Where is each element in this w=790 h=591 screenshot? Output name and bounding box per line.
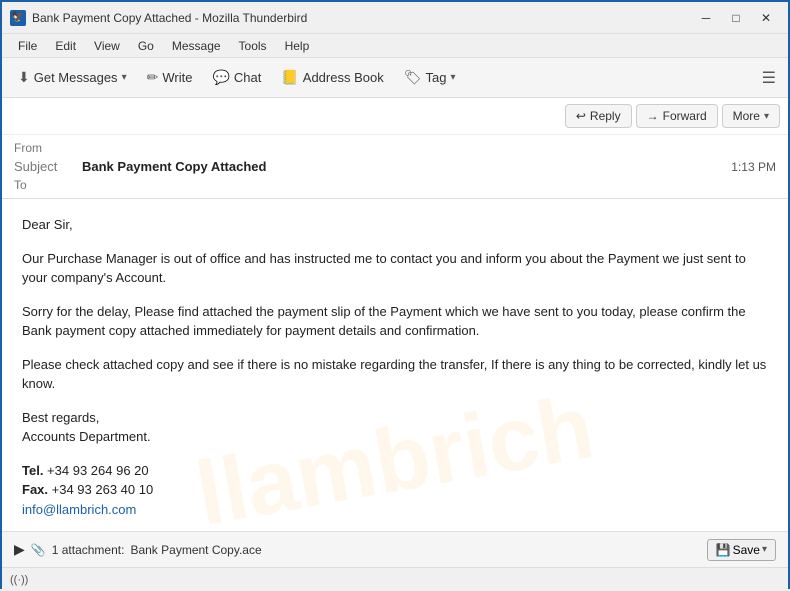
window-controls: ─ □ ✕ [692,7,780,29]
title-bar-left: 🦅 Bank Payment Copy Attached - Mozilla T… [10,10,307,26]
message-header: ↩ Reply → Forward More ▾ From Subject Ba… [2,98,788,199]
menu-tools[interactable]: Tools [231,37,275,55]
reply-label: Reply [590,109,621,123]
email-body-wrapper: Dear Sir, Our Purchase Manager is out of… [2,199,788,531]
write-button[interactable]: ✏ Write [139,65,201,90]
menu-edit[interactable]: Edit [47,37,84,55]
maximize-button[interactable]: □ [722,7,750,29]
title-bar: 🦅 Bank Payment Copy Attached - Mozilla T… [2,2,788,34]
save-icon: 💾 [716,543,731,557]
forward-label: Forward [663,109,707,123]
menu-help[interactable]: Help [277,37,318,55]
subject-label: Subject [14,159,74,174]
close-button[interactable]: ✕ [752,7,780,29]
save-label: Save [733,543,760,557]
fax-full: Fax. +34 93 263 40 10 [22,482,153,497]
chat-icon: 💬 [212,69,229,86]
save-dropdown-icon: ▾ [762,544,767,555]
address-book-label: Address Book [303,70,384,85]
get-messages-button[interactable]: ⬇ Get Messages ▾ [10,65,135,90]
message-time: 1:13 PM [731,160,776,174]
toolbar: ⬇ Get Messages ▾ ✏ Write 💬 Chat 📒 Addres… [2,58,788,98]
reply-button[interactable]: ↩ Reply [565,104,632,128]
more-button[interactable]: More ▾ [722,104,780,128]
get-messages-dropdown-icon: ▾ [122,72,127,83]
chat-button[interactable]: 💬 Chat [204,65,269,90]
closing-2: Accounts Department. [22,429,151,444]
tag-icon: 🏷 [404,69,422,86]
message-action-toolbar: ↩ Reply → Forward More ▾ [2,98,788,135]
paragraph-2: Sorry for the delay, Please find attache… [22,302,768,341]
write-label: Write [162,70,192,85]
forward-button[interactable]: → Forward [636,104,718,128]
email-body: Dear Sir, Our Purchase Manager is out of… [2,199,788,531]
get-messages-icon: ⬇ [18,69,30,86]
to-label: To [14,178,74,192]
attachment-filename: Bank Payment Copy.ace [130,543,261,557]
address-book-button[interactable]: 📒 Address Book [273,65,391,90]
tag-button[interactable]: 🏷 Tag ▾ [396,65,464,90]
to-field: To [14,176,776,194]
forward-icon: → [647,109,659,123]
paragraph-3: Please check attached copy and see if th… [22,355,768,394]
menu-bar: File Edit View Go Message Tools Help [2,34,788,58]
more-dropdown-icon: ▾ [764,111,769,122]
from-field: From [14,139,776,157]
message-fields: From Subject Bank Payment Copy Attached … [2,135,788,198]
menu-go[interactable]: Go [130,37,162,55]
tag-dropdown-icon: ▾ [450,72,455,83]
paragraph-1: Our Purchase Manager is out of office an… [22,249,768,288]
reply-icon: ↩ [576,109,586,123]
email-link[interactable]: info@llambrich.com [22,502,136,517]
wifi-icon: ((·)) [10,574,28,586]
status-bar: ((·)) [2,567,788,591]
chat-label: Chat [234,70,261,85]
menu-view[interactable]: View [86,37,128,55]
attachment-bar: ▶ 📎 1 attachment: Bank Payment Copy.ace … [2,531,788,567]
subject-value: Bank Payment Copy Attached [82,159,266,174]
more-label: More [733,109,760,123]
greeting: Dear Sir, [22,215,768,235]
subject-row: Subject Bank Payment Copy Attached 1:13 … [14,157,776,176]
contact-info: Tel. +34 93 264 96 20 Fax. +34 93 263 40… [22,461,768,520]
attachment-icon: 📎 [31,543,46,557]
menu-file[interactable]: File [10,37,45,55]
attachment-expand-button[interactable]: ▶ [14,541,25,558]
attachment-count: 1 attachment: [52,543,125,557]
closing-1: Best regards, [22,410,99,425]
address-book-icon: 📒 [281,69,298,86]
attachment-info: ▶ 📎 1 attachment: Bank Payment Copy.ace [14,541,262,558]
menu-message[interactable]: Message [164,37,229,55]
app-icon: 🦅 [10,10,26,26]
minimize-button[interactable]: ─ [692,7,720,29]
save-attachment-button[interactable]: 💾 Save ▾ [707,539,776,561]
write-icon: ✏ [147,69,159,86]
main-content: ↩ Reply → Forward More ▾ From Subject Ba… [2,98,788,591]
hamburger-menu-button[interactable]: ☰ [758,64,780,92]
closing: Best regards, Accounts Department. [22,408,768,447]
tel-full: Tel. +34 93 264 96 20 [22,463,149,478]
window-title: Bank Payment Copy Attached - Mozilla Thu… [32,11,307,25]
get-messages-label: Get Messages [34,70,118,85]
tag-label: Tag [426,70,447,85]
from-label: From [14,141,74,155]
